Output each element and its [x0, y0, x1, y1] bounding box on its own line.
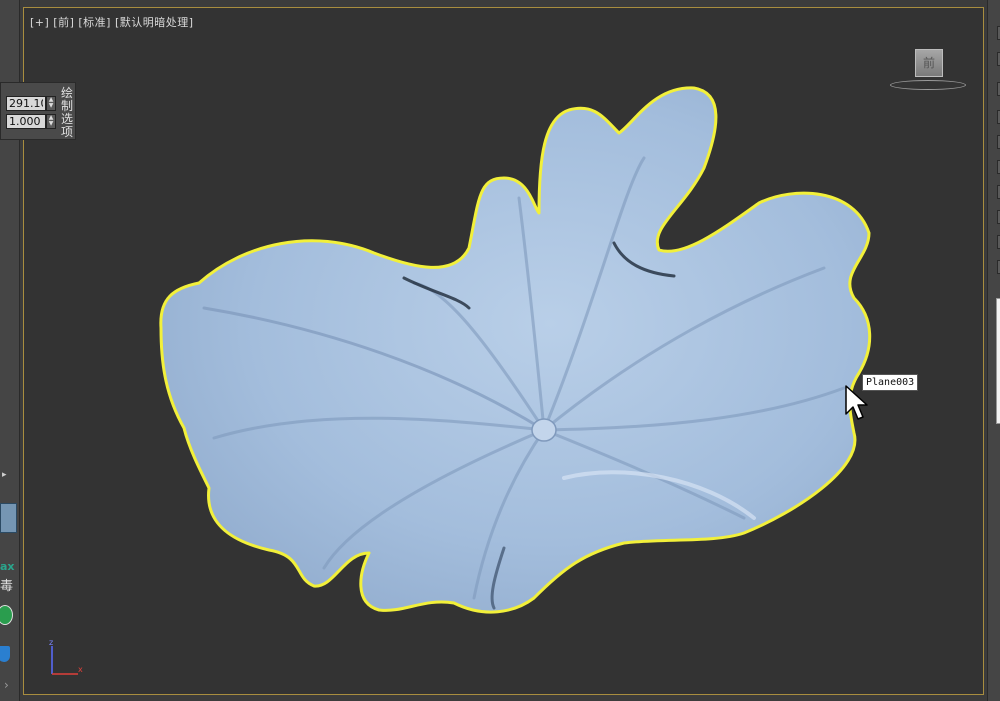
- right-panel-list[interactable]: [996, 298, 1000, 424]
- spinner-arrows[interactable]: ▲ ▼: [46, 96, 56, 111]
- leaf-center-boss: [531, 418, 557, 442]
- value-field[interactable]: [6, 96, 46, 111]
- max-label: ax: [0, 560, 15, 573]
- draw-options-title[interactable]: 绘制选项: [59, 87, 75, 139]
- left-panel-button[interactable]: [0, 503, 17, 533]
- object-name-tooltip: Plane003: [862, 374, 919, 391]
- axis-x-label: x: [78, 665, 83, 674]
- scale-spinner[interactable]: ▲▼: [6, 114, 56, 129]
- antivirus-label: 毒: [0, 579, 14, 594]
- leaf-mesh[interactable]: [159, 86, 872, 614]
- expand-arrow-icon[interactable]: ▸: [2, 470, 7, 480]
- mouse-pointer-icon: [845, 385, 868, 420]
- spinner-arrows[interactable]: ▲ ▼: [46, 114, 56, 129]
- axis-gizmo-icon: z x: [49, 638, 83, 675]
- value-spinner[interactable]: ▲▼: [6, 96, 56, 111]
- chevron-right-icon[interactable]: ›: [4, 678, 9, 692]
- shield-icon[interactable]: [0, 646, 10, 662]
- draw-options-panel: ▲▼ ▲▼ 绘制选项: [0, 82, 76, 140]
- axis-z-label: z: [49, 638, 53, 647]
- lotus-leaf-model[interactable]: [24, 8, 983, 694]
- front-viewport[interactable]: [+] [前] [标准] [默认明暗处理] 前 Plane003 z x: [23, 7, 984, 695]
- scale-field[interactable]: [6, 114, 46, 129]
